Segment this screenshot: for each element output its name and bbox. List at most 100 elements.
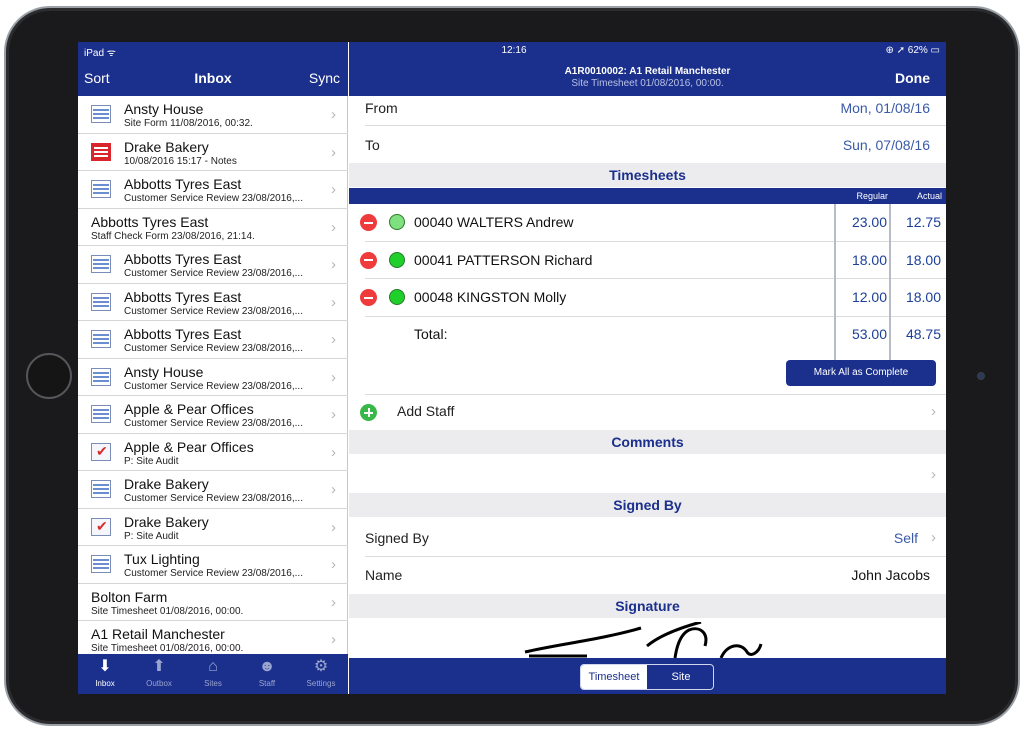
chevron-right-icon: › bbox=[331, 143, 336, 161]
chevron-right-icon: › bbox=[331, 593, 336, 611]
remove-icon[interactable] bbox=[360, 251, 377, 269]
inbox-item[interactable]: Drake BakeryP: Site Audit › bbox=[78, 509, 348, 546]
chevron-right-icon: › bbox=[331, 218, 336, 236]
inbox-item-subtitle: Customer Service Review 23/08/2016,... bbox=[124, 568, 303, 579]
detail-subtitle: Site Timesheet 01/08/2016, 00:00. bbox=[571, 78, 724, 89]
from-label: From bbox=[365, 100, 398, 116]
comments-field[interactable]: › bbox=[349, 458, 946, 492]
actual-hours[interactable]: 18.00 bbox=[891, 252, 941, 268]
bottom-toolbar: Timesheet Site bbox=[349, 658, 946, 694]
tab-sites[interactable]: ⌂ Sites bbox=[186, 654, 240, 694]
actual-hours[interactable]: 18.00 bbox=[891, 289, 941, 305]
timesheet-row[interactable]: 00041 PATTERSON Richard 18.00 18.00 bbox=[349, 242, 946, 279]
mark-all-complete-button[interactable]: Mark All as Complete bbox=[786, 360, 936, 386]
timesheet-row[interactable]: 00040 WALTERS Andrew 23.00 12.75 bbox=[349, 204, 946, 241]
segment-timesheet[interactable]: Timesheet bbox=[581, 665, 647, 689]
inbox-list: Ansty House Site Form 11/08/2016, 00:32. ›… bbox=[78, 96, 348, 654]
from-date[interactable]: Mon, 01/08/16 bbox=[840, 100, 930, 116]
inbox-item[interactable]: Apple & Pear OfficesP: Site Audit › bbox=[78, 434, 348, 471]
total-actual: 48.75 bbox=[905, 326, 941, 342]
tab-label: Staff bbox=[258, 679, 276, 688]
inbox-item-subtitle: Customer Service Review 23/08/2016,... bbox=[124, 268, 303, 279]
inbox-item[interactable]: Tux Lighting Customer Service Review 23/0… bbox=[78, 546, 348, 584]
chevron-right-icon: › bbox=[331, 443, 336, 461]
inbox-item[interactable]: Abbotts Tyres East Customer Service Revie… bbox=[78, 321, 348, 359]
total-regular: 53.00 bbox=[851, 326, 887, 342]
regular-hours[interactable]: 23.00 bbox=[837, 214, 887, 230]
actual-hours[interactable]: 12.75 bbox=[891, 214, 941, 230]
detail-pane: 12:16 ⊕ ➚ 62% ▭ A1R0010002: A1 Retail Ma… bbox=[349, 42, 946, 694]
inbox-item-subtitle: Customer Service Review 23/08/2016,... bbox=[124, 418, 303, 429]
detail-header: 12:16 ⊕ ➚ 62% ▭ A1R0010002: A1 Retail Ma… bbox=[349, 42, 946, 96]
sync-button[interactable]: Sync bbox=[309, 70, 340, 86]
form-icon bbox=[91, 180, 111, 198]
staff-name: 00048 KINGSTON Molly bbox=[414, 289, 567, 305]
inbox-item-title: Drake Bakery bbox=[124, 138, 209, 155]
inbox-item[interactable]: Apple & Pear Offices Customer Service Rev… bbox=[78, 396, 348, 434]
inbox-item[interactable]: Bolton Farm Site Timesheet 01/08/2016, 00… bbox=[78, 584, 348, 621]
chevron-right-icon: › bbox=[331, 631, 336, 648]
chevron-right-icon: › bbox=[331, 106, 336, 123]
inbox-item-subtitle: 10/08/2016 15:17 - Notes bbox=[124, 155, 237, 167]
add-icon bbox=[360, 404, 377, 421]
inbox-item-subtitle: Site Timesheet 01/08/2016, 00:00. bbox=[91, 605, 244, 617]
signature-drawing bbox=[524, 622, 763, 658]
inbox-item[interactable]: Abbotts Tyres East Customer Service Revie… bbox=[78, 246, 348, 284]
to-date[interactable]: Sun, 07/08/16 bbox=[843, 137, 930, 153]
chevron-right-icon: › bbox=[331, 181, 336, 198]
chevron-right-icon: › bbox=[331, 293, 336, 311]
inbox-item[interactable]: Drake Bakery 10/08/2016 15:17 - Notes › bbox=[78, 134, 348, 171]
regular-hours[interactable]: 18.00 bbox=[837, 252, 887, 268]
inbox-item[interactable]: Drake Bakery Customer Service Review 23/0… bbox=[78, 471, 348, 509]
chevron-right-icon: › bbox=[331, 556, 336, 573]
status-dot-icon bbox=[389, 289, 405, 305]
inbox-item[interactable]: Abbotts Tyres East Customer Service Revie… bbox=[78, 284, 348, 321]
inbox-item[interactable]: Abbotts Tyres East Staff Check Form 23/08… bbox=[78, 209, 348, 246]
chevron-right-icon: › bbox=[331, 368, 336, 386]
tab-inbox[interactable]: ⬇ Inbox bbox=[78, 654, 132, 694]
tab-outbox[interactable]: ⬆ Outbox bbox=[132, 654, 186, 694]
timesheet-column-header: Regular Actual bbox=[349, 188, 946, 204]
form-icon bbox=[91, 480, 111, 498]
status-dot-icon bbox=[389, 251, 405, 268]
chevron-right-icon: › bbox=[331, 518, 336, 536]
audit-checklist-icon bbox=[91, 517, 111, 536]
form-icon bbox=[91, 405, 111, 423]
divider bbox=[365, 556, 946, 557]
inbox-item[interactable]: A1 Retail Manchester Site Timesheet 01/08… bbox=[78, 621, 348, 654]
status-bar-device: iPad ᯤ bbox=[84, 48, 116, 59]
remove-icon[interactable] bbox=[360, 289, 377, 306]
chevron-right-icon: › bbox=[931, 403, 936, 420]
inbox-item-title: Abbotts Tyres East bbox=[124, 176, 242, 192]
tab-settings[interactable]: ⚙ Settings bbox=[294, 654, 348, 694]
inbox-item-subtitle: Site Timesheet 01/08/2016, 00:00. bbox=[91, 643, 244, 654]
form-icon bbox=[91, 555, 111, 573]
signed-by-value[interactable]: Self bbox=[894, 530, 918, 546]
timesheet-row[interactable]: 00048 KINGSTON Molly 12.00 18.00 bbox=[349, 279, 946, 316]
staff-name: 00040 WALTERS Andrew bbox=[414, 214, 574, 230]
inbox-item[interactable]: Ansty House Site Form 11/08/2016, 00:32. › bbox=[78, 96, 348, 134]
inbox-item-title: Abbotts Tyres East bbox=[124, 251, 242, 267]
regular-hours[interactable]: 12.00 bbox=[837, 289, 887, 305]
done-button[interactable]: Done bbox=[895, 70, 930, 86]
home-button[interactable] bbox=[26, 353, 72, 399]
total-label: Total: bbox=[414, 326, 448, 342]
status-battery: ⊕ ➚ 62% ▭ bbox=[885, 45, 940, 56]
inbox-item-subtitle: Customer Service Review 23/08/2016,... bbox=[124, 193, 303, 204]
add-staff-row[interactable]: Add Staff › bbox=[349, 397, 946, 427]
audit-checklist-icon bbox=[91, 442, 111, 461]
inbox-item-title: Apple & Pear Offices bbox=[124, 401, 254, 417]
chevron-right-icon: › bbox=[331, 256, 336, 273]
inbox-item[interactable]: Ansty House Customer Service Review 23/08… bbox=[78, 359, 348, 396]
timesheet-total-row: Total: 53.00 48.75 bbox=[349, 316, 946, 353]
remove-icon[interactable] bbox=[360, 214, 377, 231]
inbox-item-subtitle: P: Site Audit bbox=[124, 530, 179, 542]
form-icon bbox=[91, 330, 111, 348]
tab-staff[interactable]: ☻ Staff bbox=[240, 654, 294, 694]
staff-name: 00041 PATTERSON Richard bbox=[414, 251, 593, 268]
inbox-item[interactable]: Abbotts Tyres East Customer Service Revie… bbox=[78, 171, 348, 209]
segment-site[interactable]: Site bbox=[648, 665, 713, 689]
inbox-pane: iPad ᯤ Sort Inbox Sync Ansty House Site F… bbox=[78, 42, 348, 694]
inbox-title: Inbox bbox=[194, 70, 232, 86]
signature-pad[interactable] bbox=[349, 622, 946, 658]
